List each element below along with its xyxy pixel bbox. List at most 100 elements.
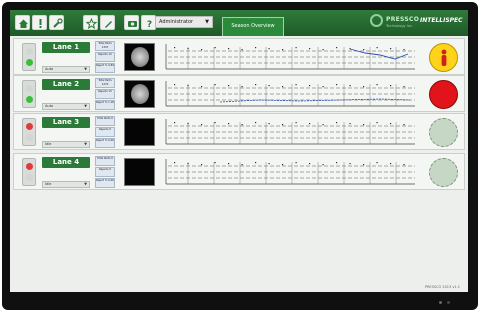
camera-button[interactable] [124,15,139,30]
trend-sample-point [268,163,270,165]
trend-sample-point [228,163,230,165]
lane-status-indicator[interactable] [429,158,458,187]
trend-sample-point [309,48,311,50]
lane-stat-box: Rejects 15 [95,89,115,99]
lane-title[interactable]: Lane 1 [42,42,90,53]
home-button[interactable] [15,15,30,30]
lane-mode-select[interactable]: Auto ▼ [42,103,90,110]
power-button-icon[interactable] [447,301,450,304]
lane-status-indicator[interactable] [429,118,458,147]
trend-sample-point [390,123,392,125]
signal-bottom-lamp [26,59,33,66]
trend-sample-point [174,84,176,86]
role-select[interactable]: Administrator ▼ [155,16,213,28]
power-led-icon [439,301,442,304]
lane-mode-value: Idle [45,182,52,186]
trend-sample-point [403,124,405,126]
lane-stat-box: Total Parts 1347 [95,41,115,51]
trend-sample-point [268,85,270,87]
trend-sample-point [349,163,351,165]
inspection-image[interactable] [124,158,155,186]
lane-title[interactable]: Lane 2 [42,79,90,90]
trend-sample-point [174,47,176,49]
trend-sample-point [282,164,284,166]
lane-status-indicator[interactable] [429,43,458,72]
lane-mode-select[interactable]: Idle ▼ [42,181,90,188]
signal-bottom-lamp [26,174,33,181]
trend-sample-point [282,124,284,126]
lane-mode-select[interactable]: Auto ▼ [42,66,90,73]
trend-sample-point [187,85,189,87]
tools-button[interactable] [49,15,64,30]
lane-title[interactable]: Lane 4 [42,157,90,168]
wrench-icon [53,18,63,28]
signal-bottom-lamp [26,96,33,103]
trend-sample-point [403,86,405,88]
trend-sample-point [295,84,297,86]
trend-sample-point [282,86,284,88]
help-icon: ? [147,20,152,29]
trend-sample-point [255,47,257,49]
trend-sample-point [255,122,257,124]
trend-sample-point [241,86,243,88]
trend-sample-point [241,164,243,166]
trend-sample-point [187,48,189,50]
lane-stat-box: Rejects 12 [95,52,115,62]
trend-sample-point [295,162,297,164]
trend-sample-point [322,164,324,166]
role-select-value: Administrator [159,19,194,25]
trend-sample-point [201,124,203,126]
help-button[interactable]: ? [141,15,156,30]
inspection-image[interactable] [124,80,155,108]
trend-sample-point [376,47,378,49]
alert-icon [39,19,42,28]
trend-sample-point [390,48,392,50]
edit-button[interactable] [100,15,115,30]
inspection-image[interactable] [124,43,155,71]
trend-sample-point [214,162,216,164]
lane-stat-box: Reject % 0.00 [95,178,115,188]
trend-sample-point [268,48,270,50]
favorites-button[interactable] [83,15,98,30]
chevron-down-icon: ▼ [205,19,209,25]
trend-sample-point [201,86,203,88]
trend-sample-point [228,85,230,87]
lane-stat-box: Reject % 0.00 [95,138,115,148]
chevron-down-icon: ▼ [84,67,87,71]
trend-sample-point [390,85,392,87]
chevron-down-icon: ▼ [84,104,87,108]
tab-season-overview[interactable]: Season Overview [222,17,284,36]
alerts-button[interactable] [32,15,47,30]
lane-status-indicator[interactable] [429,80,458,109]
lane-trend-chart [165,159,415,185]
footer-text: PRESSCO 2013 v1.1 [424,285,460,289]
lane-trend-chart [165,44,415,70]
chevron-down-icon: ▼ [84,182,87,186]
lane-mode-value: Auto [45,67,54,71]
trend-sample-point [282,49,284,51]
star-icon [86,18,97,29]
product-image-icon [131,84,149,104]
trend-sample-point [174,162,176,164]
lane-row: Lane 4 Idle ▼ Total Parts 0 Rejects 0 Reject … [13,153,465,190]
signal-top-lamp [26,123,33,130]
trend-sample-point [214,47,216,49]
lane-mode-value: Idle [45,142,52,146]
lane-mode-value: Auto [45,104,54,108]
lane-stats: Total Parts 1270 Rejects 15 Reject % 1.18 [95,78,115,111]
inspection-image[interactable] [124,118,155,146]
lane-title[interactable]: Lane 3 [42,117,90,128]
top-toolbar: ? Administrator ▼ Season Overview PRESSC… [10,10,468,36]
trend-sample-point [309,85,311,87]
lane-stats: Total Parts 0 Rejects 0 Reject % 0.00 [95,156,115,189]
trend-sample-point [322,124,324,126]
lane-stat-box: Reject % 1.18 [95,100,115,110]
trend-sample-point [268,123,270,125]
brand-name: PRESSCO [386,16,420,23]
trend-sample-point [187,123,189,125]
trend-sample-point [322,86,324,88]
warning-figure-icon [441,49,447,66]
lane-mode-select[interactable]: Idle ▼ [42,141,90,148]
trend-sample-point [255,84,257,86]
trend-sample-point [336,122,338,124]
